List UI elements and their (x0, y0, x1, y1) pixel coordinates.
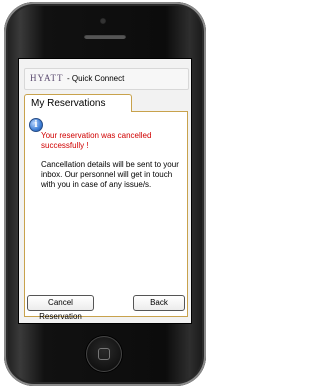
hyatt-logo: HYATT (30, 73, 64, 83)
info-icon: i (29, 118, 43, 132)
back-button[interactable]: Back (133, 295, 185, 311)
details-message: Cancellation details will be sent to you… (41, 160, 179, 189)
status-message: Your reservation was cancelled successfu… (41, 131, 152, 150)
home-square-icon (98, 348, 110, 360)
app-name: - Quick Connect (67, 74, 125, 83)
reservation-panel: i Your reservation was cancelled success… (24, 111, 188, 321)
app-title-bar: HYATT - Quick Connect (24, 68, 189, 90)
app-screen: HYATT - Quick Connect My Reservations i … (18, 58, 192, 324)
speaker-grille (84, 34, 126, 39)
camera-icon (100, 18, 106, 24)
tab-my-reservations[interactable]: My Reservations (24, 94, 132, 112)
home-button[interactable] (86, 336, 122, 372)
cancel-reservation-button[interactable]: Cancel Reservation (27, 295, 94, 321)
phone-frame: HYATT - Quick Connect My Reservations i … (4, 2, 206, 386)
tab-label: My Reservations (31, 98, 106, 109)
